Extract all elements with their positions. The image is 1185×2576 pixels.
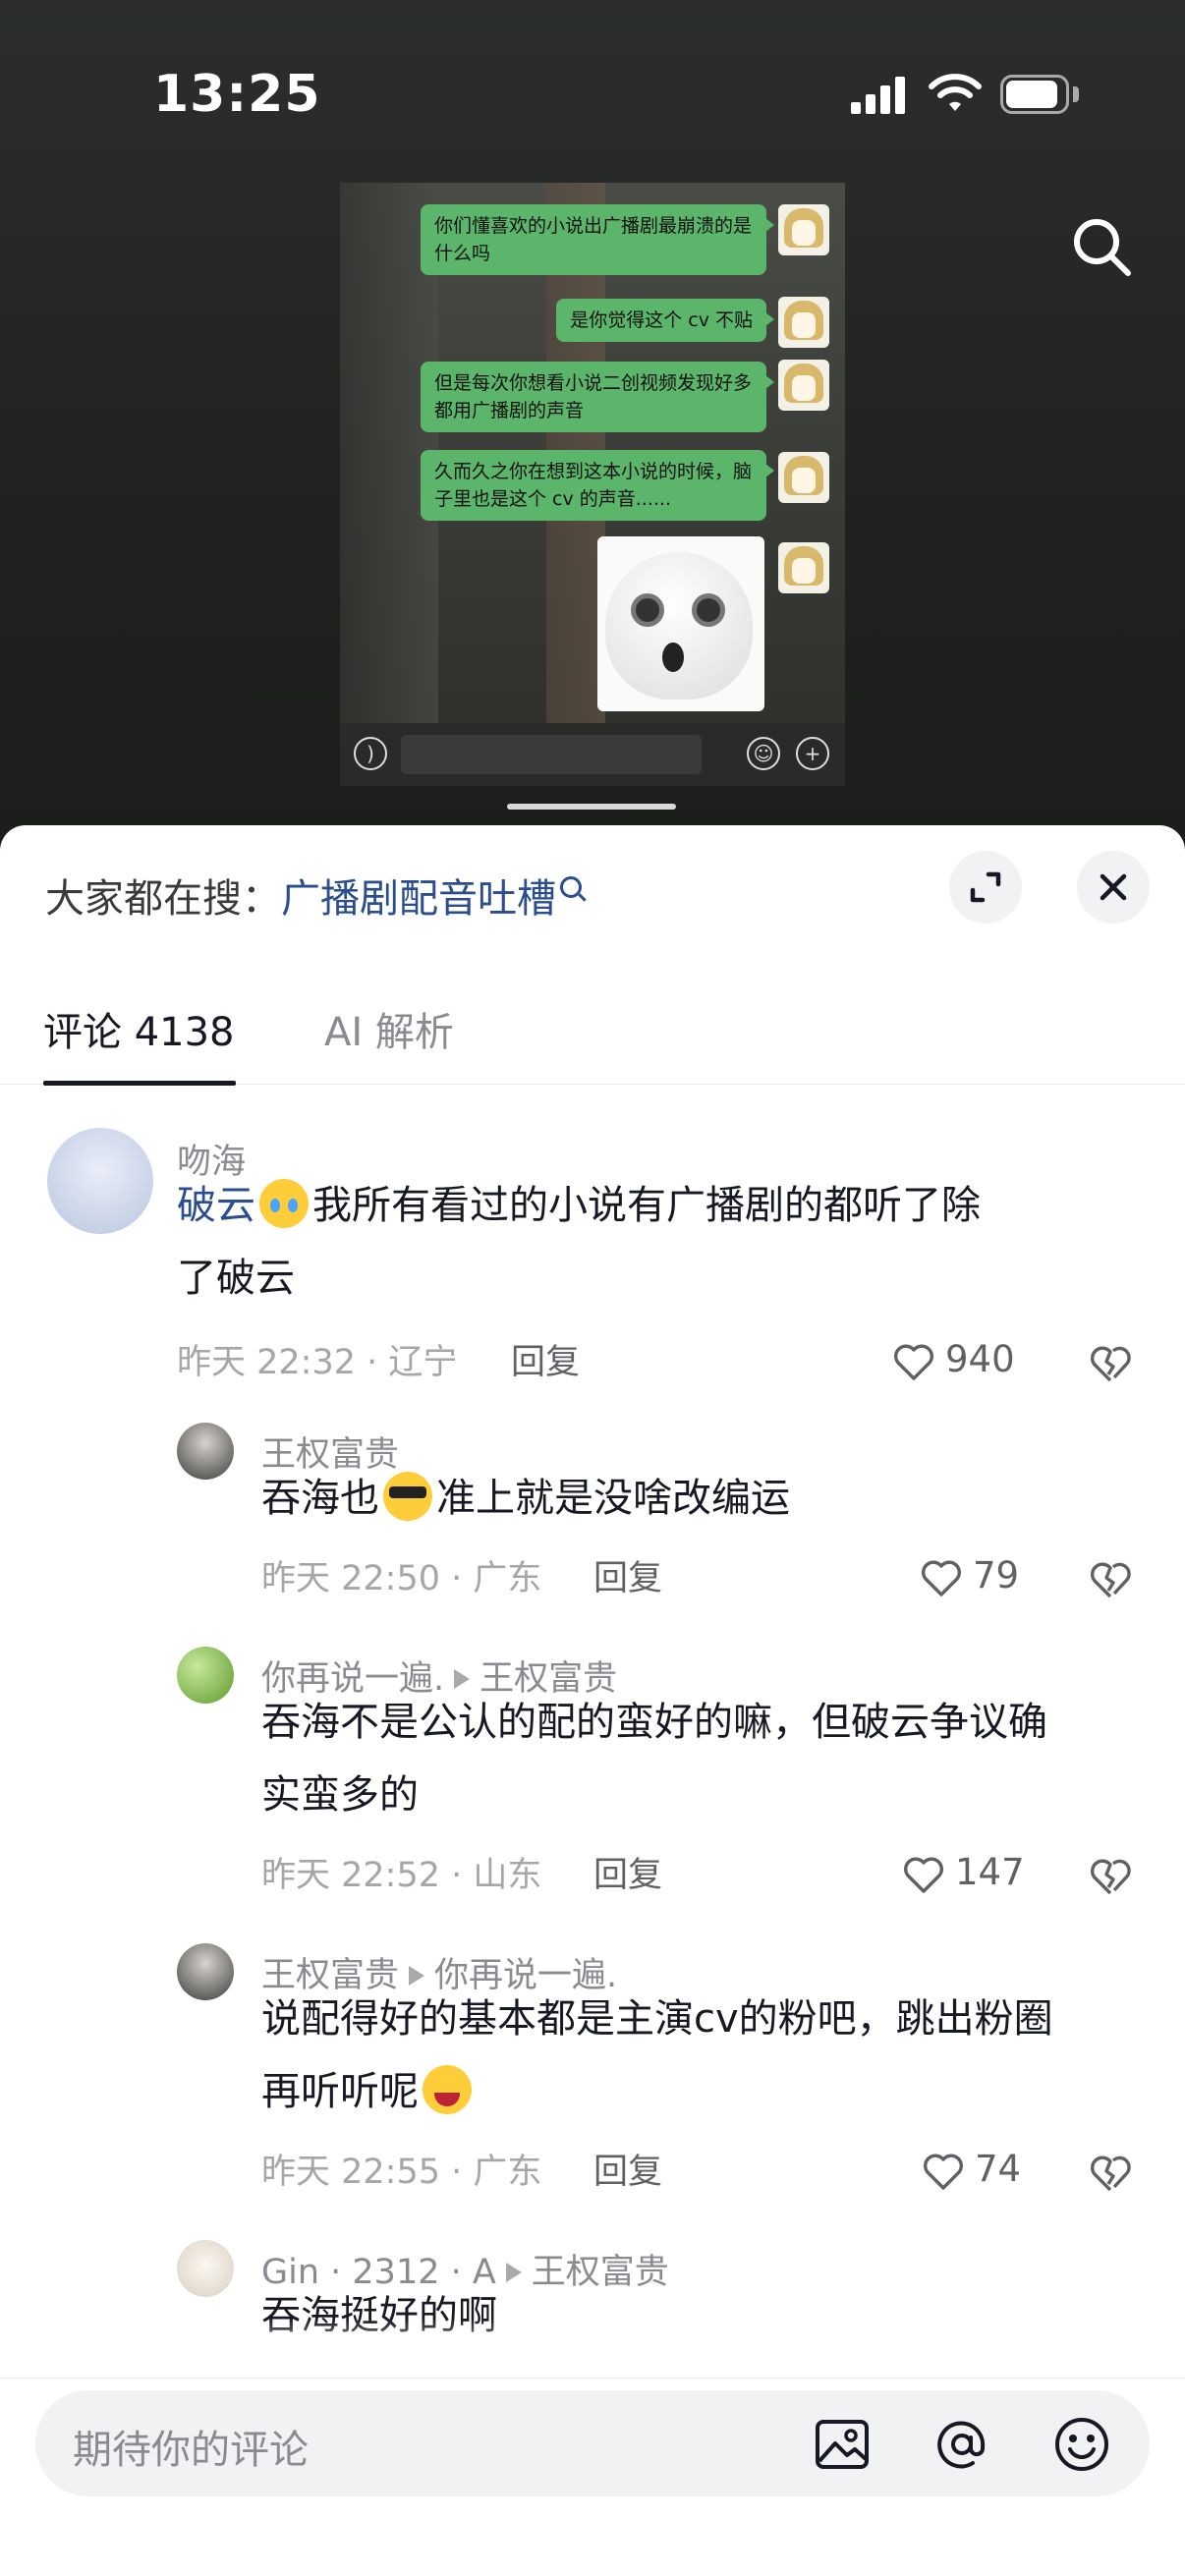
status-time: 13:25 (153, 65, 321, 124)
reply-button[interactable]: 回复 (593, 2144, 662, 2194)
heart-icon (924, 2154, 963, 2190)
emoji-icon[interactable] (1051, 2414, 1112, 2475)
close-button[interactable] (1077, 851, 1150, 924)
chat-avatar (778, 452, 829, 503)
laughing-crying-emoji-icon (423, 2065, 472, 2114)
heart-icon (894, 1344, 933, 1380)
wifi-icon (929, 74, 982, 111)
like-count: 79 (973, 1554, 1020, 1596)
tab-bar: 评论 4138 AI 解析 (0, 990, 1185, 1086)
chat-input (401, 735, 702, 774)
search-icon[interactable] (1067, 212, 1136, 281)
like-button[interactable]: 147 (900, 1851, 1028, 1900)
avatar[interactable] (177, 1943, 234, 2000)
home-indicator (507, 804, 676, 810)
search-icon (560, 876, 582, 898)
expand-icon (970, 871, 1001, 903)
image-icon[interactable] (812, 2414, 873, 2475)
close-icon (1100, 873, 1127, 901)
comment-keyword-link[interactable]: 破云 (177, 1183, 255, 1228)
like-button[interactable]: 940 (890, 1338, 1018, 1387)
hot-search[interactable]: 大家都在搜：广播剧配音吐槽 (45, 867, 582, 924)
chat-bubble: 但是每次你想看小说二创视频发现好多都用广播剧的声音 (421, 362, 774, 432)
status-bar: 13:25 (0, 0, 1185, 196)
cellular-signal-icon (851, 75, 910, 114)
chat-bubble: 是你觉得这个 cv 不贴 (556, 299, 774, 342)
broken-heart-icon[interactable] (1087, 1853, 1134, 1900)
voice-icon: ) (354, 737, 387, 770)
comment-input-bar: 期待你的评论 (0, 2378, 1185, 2576)
comment-sheet: 大家都在搜：广播剧配音吐槽 评论 4138 AI 解析 吻海 破云 我所有看过的小… (0, 825, 1185, 2576)
at-icon[interactable] (931, 2414, 992, 2475)
reply-button[interactable]: 回复 (593, 1550, 662, 1600)
comment-meta: 昨天 22:32 · 辽宁 (177, 1343, 458, 1382)
comment-text: 吞海不是公认的配的蛮好的嘛，但破云争议确 实蛮多的 (261, 1700, 1047, 1818)
comment-text: 说配得好的基本都是主演cv的粉吧，跳出粉圈 再听听呢 (261, 1996, 1053, 2114)
like-count: 940 (945, 1338, 1015, 1380)
comment-meta: 昨天 22:52 · 山东 (261, 1856, 542, 1895)
hot-search-keyword[interactable]: 广播剧配音吐槽 (281, 876, 556, 922)
like-count: 74 (975, 2148, 1022, 2190)
avatar[interactable] (177, 1423, 234, 1480)
crying-emoji-icon (259, 1179, 309, 1228)
comment-input-placeholder: 期待你的评论 (73, 2428, 309, 2473)
like-button[interactable]: 74 (920, 2148, 1028, 2197)
chat-avatar (778, 542, 829, 593)
broken-heart-icon[interactable] (1087, 2150, 1134, 2197)
tab-comments[interactable]: 评论 4138 (43, 1000, 235, 1057)
video-area[interactable]: 13:25 你们懂喜欢的小说出广播剧最崩溃的是什么吗 是你觉得这个 cv 不贴 … (0, 0, 1185, 865)
avatar[interactable] (177, 2240, 234, 2297)
battery-icon (1000, 75, 1079, 114)
comment-input[interactable]: 期待你的评论 (35, 2390, 1150, 2496)
reply-button[interactable]: 回复 (593, 1847, 662, 1897)
emoji-icon: ☺ (747, 737, 780, 770)
reply-button[interactable]: 回复 (511, 1334, 580, 1384)
chat-avatar (778, 297, 829, 348)
hot-search-prefix: 大家都在搜： (45, 876, 281, 922)
avatar[interactable] (177, 1647, 234, 1704)
sunglasses-emoji-icon (383, 1472, 432, 1521)
chat-bubble: 你们懂喜欢的小说出广播剧最崩溃的是什么吗 (421, 204, 774, 275)
broken-heart-icon[interactable] (1087, 1340, 1134, 1387)
chat-avatar (778, 360, 829, 411)
crying-sticker-image (597, 536, 764, 711)
expand-button[interactable] (949, 851, 1022, 924)
chat-avatar (778, 204, 829, 255)
comment-meta: 昨天 22:55 · 广东 (261, 2153, 542, 2192)
chat-input-bar: ) ☺ + (340, 723, 845, 786)
chat-screenshot: 你们懂喜欢的小说出广播剧最崩溃的是什么吗 是你觉得这个 cv 不贴 但是每次你想… (340, 183, 845, 723)
heart-icon (922, 1560, 961, 1596)
comment-meta: 昨天 22:50 · 广东 (261, 1559, 542, 1598)
like-count: 147 (955, 1851, 1025, 1893)
avatar[interactable] (47, 1128, 153, 1234)
comment-text: 破云 我所有看过的小说有广播剧的都听了除 了破云 (177, 1169, 1159, 1315)
comment-text: 吞海也 准上就是没啥改编运 (261, 1462, 790, 1535)
active-tab-indicator (43, 1081, 236, 1086)
plus-icon: + (796, 737, 829, 770)
heart-icon (904, 1857, 943, 1893)
like-button[interactable]: 79 (918, 1554, 1026, 1603)
chat-bubble: 久而久之你在想到这本小说的时候，脑子里也是这个 cv 的声音...... (421, 450, 774, 521)
tab-ai-analysis[interactable]: AI 解析 (324, 1000, 454, 1057)
broken-heart-icon[interactable] (1087, 1556, 1134, 1603)
